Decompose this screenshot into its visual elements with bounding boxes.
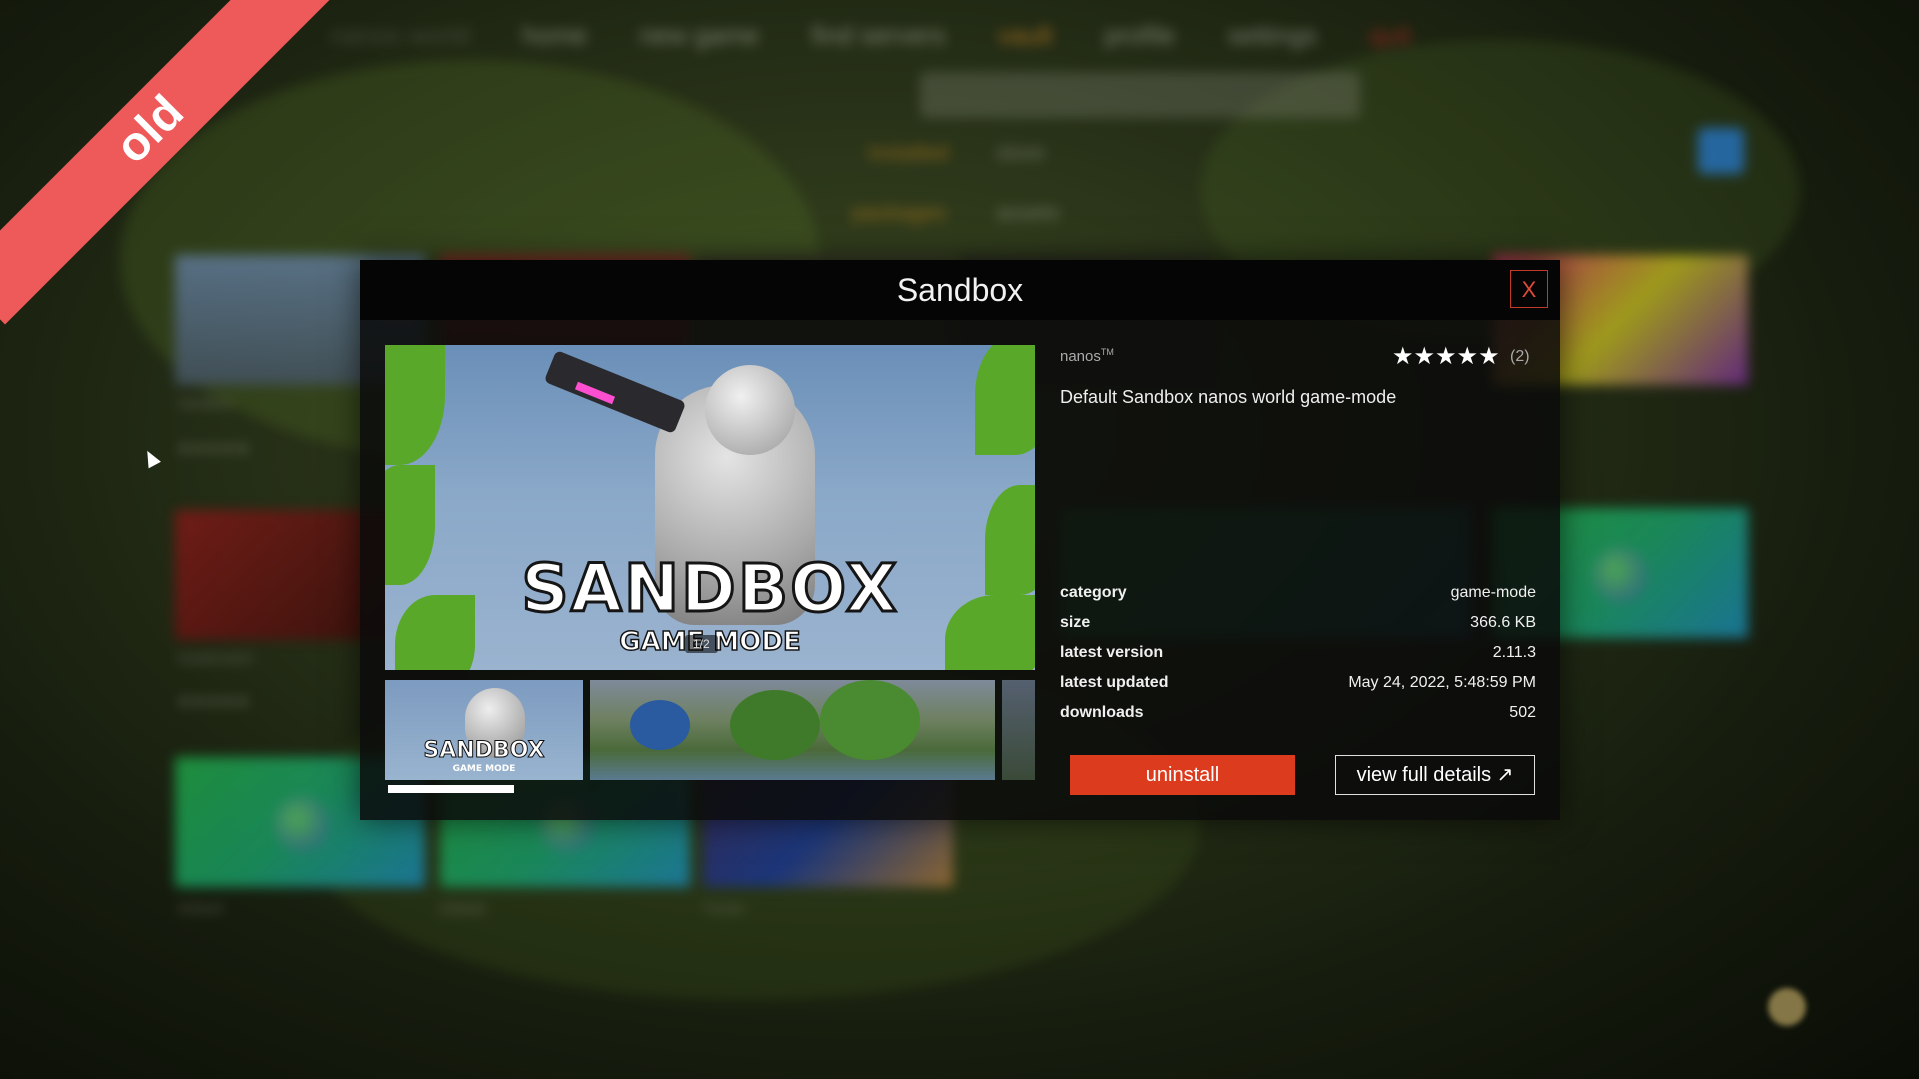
bg-search-bar (920, 72, 1360, 118)
leaf-decoration (975, 345, 1035, 455)
robot-head (705, 365, 795, 455)
image-counter: 1/2 (685, 635, 718, 653)
tree-shape (730, 690, 820, 760)
meta-value: game-mode (1450, 584, 1536, 601)
bg-refresh-button (1698, 128, 1744, 174)
meta-row-downloads: downloads 502 (1060, 700, 1536, 730)
thumbnail-progress-bar (388, 785, 514, 793)
author-trademark: TM (1100, 347, 1114, 357)
bg-nav-vault: vault (997, 20, 1053, 50)
uninstall-button[interactable]: uninstall (1070, 755, 1295, 795)
meta-value: May 24, 2022, 5:48:59 PM (1348, 674, 1536, 691)
meta-value: 366.6 KB (1470, 614, 1536, 631)
bg-nav-settings: settings (1227, 20, 1317, 50)
thumbnail-1[interactable]: SANDBOX GAME MODE (385, 680, 583, 780)
thumb-logo: SANDBOX (423, 738, 545, 764)
close-button[interactable]: X (1510, 270, 1548, 308)
blaster-gun (543, 350, 687, 434)
meta-label: size (1060, 614, 1091, 631)
thumb-sublogo: GAME MODE (452, 764, 516, 774)
bg-main-nav: nanos world home new game find servers v… (330, 20, 1411, 50)
rating-stars[interactable]: ★★★★★ (1392, 342, 1500, 371)
thumbnail-strip: SANDBOX GAME MODE (385, 680, 1035, 780)
package-description: Default Sandbox nanos world game-mode (1060, 387, 1397, 407)
package-details-modal: Sandbox X SANDBOX GAME MODE 1/2 SANDBOX … (360, 260, 1560, 820)
preview-logo: SANDBOX (520, 549, 899, 629)
leaf-decoration (385, 345, 445, 465)
meta-label: downloads (1060, 704, 1144, 721)
preview-image[interactable]: SANDBOX GAME MODE 1/2 (385, 345, 1035, 670)
bg-nav-new-game: new game (639, 20, 760, 50)
meta-row-category: category game-mode (1060, 580, 1536, 610)
bg-nav-home: home (522, 20, 588, 50)
rating-count: (2) (1510, 348, 1530, 365)
tree-shape (630, 700, 690, 750)
modal-title: Sandbox (896, 272, 1024, 308)
thumbnail-2[interactable] (590, 680, 995, 780)
bg-nav-profile: profile (1104, 20, 1176, 50)
author-label: nanos (1060, 348, 1101, 365)
package-metadata: category game-mode size 366.6 KB latest … (1060, 580, 1536, 730)
meta-row-latest-version: latest version 2.11.3 (1060, 640, 1536, 670)
thumbnail-3[interactable] (1002, 680, 1035, 780)
tree-shape (820, 680, 920, 760)
meta-value: 2.11.3 (1492, 644, 1536, 661)
bg-nav-find-servers: find servers (811, 20, 946, 50)
meta-row-size: size 366.6 KB (1060, 610, 1536, 640)
meta-row-latest-updated: latest updated May 24, 2022, 5:48:59 PM (1060, 670, 1536, 700)
bg-user-avatar (1768, 988, 1806, 1026)
meta-label: latest version (1060, 644, 1164, 661)
meta-label: category (1060, 584, 1127, 601)
meta-label: latest updated (1060, 674, 1169, 691)
meta-value: 502 (1509, 704, 1536, 721)
view-full-details-button[interactable]: view full details ↗ (1335, 755, 1535, 795)
modal-header: Sandbox X (360, 260, 1560, 320)
author-name[interactable]: nanosTM (1060, 347, 1114, 365)
